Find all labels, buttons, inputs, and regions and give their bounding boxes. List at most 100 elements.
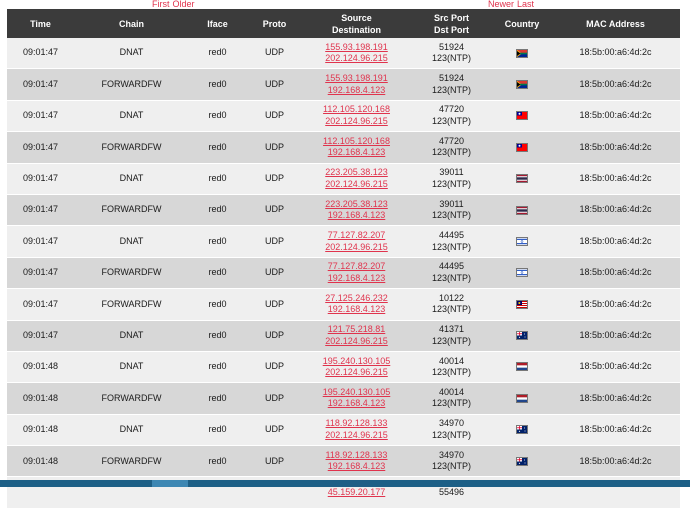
cell-iface: red0 bbox=[189, 194, 246, 226]
cell-iface: red0 bbox=[189, 414, 246, 446]
cell-time: 09:01:47 bbox=[7, 131, 74, 164]
cell-ports: 41371 123(NTP) bbox=[410, 320, 493, 352]
first-link[interactable]: First bbox=[152, 0, 170, 8]
column-header-iface[interactable]: Iface bbox=[189, 9, 246, 38]
table-row: 09:01:48 DNAT red0 UDP 195.240.130.105 2… bbox=[7, 351, 680, 383]
country-flag-icon[interactable] bbox=[516, 330, 528, 341]
destination-ip-link[interactable]: 192.168.4.123 bbox=[303, 273, 410, 285]
destination-ip-link[interactable]: 192.168.4.123 bbox=[303, 210, 410, 222]
cell-ports: 51924 123(NTP) bbox=[410, 68, 493, 101]
country-flag-icon[interactable] bbox=[516, 393, 528, 403]
destination-ip-link[interactable]: 202.124.96.215 bbox=[303, 336, 410, 348]
column-header-proto[interactable]: Proto bbox=[246, 9, 303, 38]
country-flag-icon[interactable] bbox=[516, 142, 528, 152]
dst-port: 123(NTP) bbox=[431, 241, 471, 252]
column-header-time[interactable]: Time bbox=[7, 9, 74, 38]
newer-link[interactable]: Newer bbox=[488, 0, 514, 8]
cell-mac: 18:5b:00:a6:4d:2c bbox=[551, 382, 680, 415]
cell-proto: UDP bbox=[246, 257, 303, 289]
destination-ip-link[interactable]: 202.124.96.215 bbox=[303, 367, 410, 379]
src-port: 39011 bbox=[439, 167, 464, 178]
source-ip-link[interactable]: 77.127.82.207 bbox=[303, 230, 410, 242]
country-flag-icon[interactable] bbox=[516, 456, 528, 466]
column-header-country[interactable]: Country bbox=[493, 9, 551, 38]
column-header-destination: Destination bbox=[331, 24, 381, 35]
country-flag-icon[interactable] bbox=[516, 79, 528, 89]
older-link[interactable]: Older bbox=[173, 0, 195, 8]
source-ip-link[interactable]: 155.93.198.191 bbox=[303, 73, 410, 85]
cell-mac: 18:5b:00:a6:4d:2c bbox=[551, 194, 680, 226]
source-ip-link[interactable]: 77.127.82.207 bbox=[303, 261, 410, 273]
destination-ip-link[interactable]: 202.124.96.215 bbox=[303, 116, 410, 128]
destination-ip-link[interactable]: 202.124.96.215 bbox=[303, 242, 410, 254]
destination-ip-link[interactable]: 192.168.4.123 bbox=[303, 461, 410, 473]
src-port: 39011 bbox=[439, 198, 464, 209]
source-ip-link[interactable]: 112.105.120.168 bbox=[303, 104, 410, 116]
column-header-src-port: Src Port bbox=[433, 12, 469, 23]
cell-proto: UDP bbox=[246, 68, 303, 101]
dst-port: 123(NTP) bbox=[431, 335, 471, 346]
cell-time: 09:01:47 bbox=[7, 38, 74, 69]
table-row: 09:01:47 FORWARDFW red0 UDP 27.125.246.2… bbox=[7, 288, 680, 321]
cell-ports: 39011 123(NTP) bbox=[410, 163, 493, 195]
cell-iface: red0 bbox=[189, 131, 246, 164]
source-ip-link[interactable]: 195.240.130.105 bbox=[303, 356, 410, 368]
table-row: 09:01:47 DNAT red0 UDP 112.105.120.168 2… bbox=[7, 100, 680, 132]
column-header-mac[interactable]: MAC Address bbox=[551, 9, 680, 38]
cell-chain: DNAT bbox=[74, 320, 189, 352]
dst-port: 123(NTP) bbox=[431, 398, 471, 409]
table-row: 09:01:47 FORWARDFW red0 UDP 155.93.198.1… bbox=[7, 68, 680, 101]
country-flag-icon[interactable] bbox=[516, 204, 528, 215]
source-ip-link[interactable]: 223.205.38.123 bbox=[303, 167, 410, 179]
cell-country bbox=[493, 382, 551, 415]
cell-ports: 47720 123(NTP) bbox=[410, 100, 493, 132]
source-ip-link[interactable]: 121.75.218.81 bbox=[303, 324, 410, 336]
source-ip-link[interactable]: 27.125.246.232 bbox=[303, 293, 410, 305]
dst-port: 123(NTP) bbox=[431, 115, 471, 126]
cell-iface: red0 bbox=[189, 351, 246, 383]
destination-ip-link[interactable]: 192.168.4.123 bbox=[303, 85, 410, 97]
country-flag-icon[interactable] bbox=[516, 267, 528, 278]
scrollbar-thumb[interactable] bbox=[152, 480, 188, 487]
horizontal-scrollbar[interactable] bbox=[0, 480, 690, 487]
cell-source-destination: 195.240.130.105 202.124.96.215 bbox=[303, 351, 410, 383]
column-header-chain[interactable]: Chain bbox=[74, 9, 189, 38]
cell-iface: red0 bbox=[189, 288, 246, 321]
source-ip-link[interactable]: 118.92.128.133 bbox=[303, 418, 410, 430]
cell-iface: red0 bbox=[189, 163, 246, 195]
column-header-source: Source bbox=[341, 12, 372, 23]
country-flag-icon[interactable] bbox=[516, 424, 528, 435]
country-flag-icon[interactable] bbox=[516, 47, 528, 58]
cell-chain: DNAT bbox=[74, 414, 189, 446]
source-ip-link[interactable]: 112.105.120.168 bbox=[303, 136, 410, 148]
dst-port: 123(NTP) bbox=[431, 461, 471, 472]
last-link[interactable]: Last bbox=[517, 0, 534, 8]
cell-chain: DNAT bbox=[74, 225, 189, 258]
destination-ip-link[interactable]: 202.124.96.215 bbox=[303, 430, 410, 442]
cell-mac: 18:5b:00:a6:4d:2c bbox=[551, 351, 680, 383]
cell-source-destination: 223.205.38.123 202.124.96.215 bbox=[303, 163, 410, 195]
cell-chain: DNAT bbox=[74, 351, 189, 383]
destination-ip-link[interactable]: 192.168.4.123 bbox=[303, 304, 410, 316]
source-ip-link[interactable]: 45.159.20.177 bbox=[303, 487, 410, 499]
cell-source-destination: 118.92.128.133 192.168.4.123 bbox=[303, 445, 410, 477]
country-flag-icon[interactable] bbox=[516, 236, 528, 246]
source-ip-link[interactable]: 195.240.130.105 bbox=[303, 387, 410, 399]
column-header-ports[interactable]: Src Port Dst Port bbox=[410, 9, 493, 38]
source-ip-link[interactable]: 155.93.198.191 bbox=[303, 42, 410, 54]
country-flag-icon[interactable] bbox=[516, 299, 528, 309]
column-header-source-destination[interactable]: Source Destination bbox=[303, 9, 410, 38]
country-flag-icon[interactable] bbox=[516, 361, 528, 372]
country-flag-icon[interactable] bbox=[516, 173, 528, 184]
destination-ip-link[interactable]: 192.168.4.123 bbox=[303, 147, 410, 159]
destination-ip-link[interactable]: 192.168.4.123 bbox=[303, 398, 410, 410]
cell-time: 09:01:47 bbox=[7, 225, 74, 258]
destination-ip-link[interactable]: 202.124.96.215 bbox=[303, 53, 410, 65]
dst-port: 123(NTP) bbox=[431, 429, 471, 440]
source-ip-link[interactable]: 118.92.128.133 bbox=[303, 450, 410, 462]
source-ip-link[interactable]: 223.205.38.123 bbox=[303, 199, 410, 211]
cell-time: 09:01:47 bbox=[7, 163, 74, 195]
src-port: 41371 bbox=[438, 324, 465, 335]
country-flag-icon[interactable] bbox=[516, 110, 528, 121]
destination-ip-link[interactable]: 202.124.96.215 bbox=[303, 179, 410, 191]
